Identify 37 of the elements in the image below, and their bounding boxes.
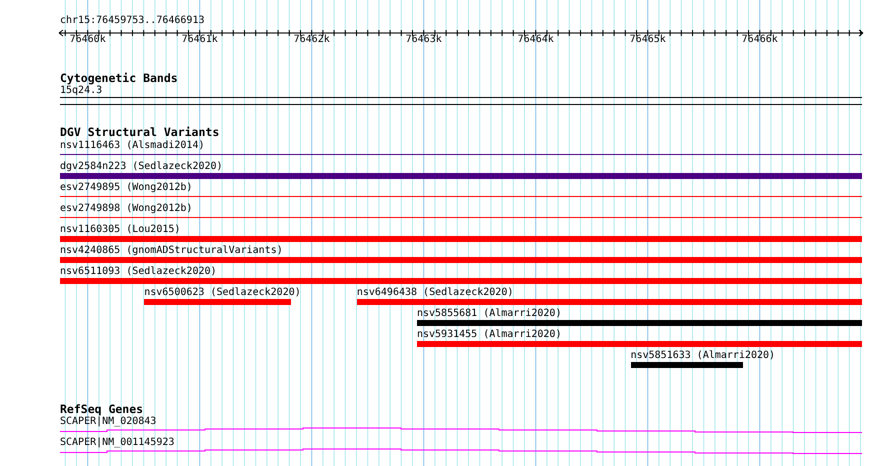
variant-label: nsv5851633 (Almarri2020) xyxy=(630,350,776,361)
track-title: Cytogenetic Bands xyxy=(60,72,178,84)
variant-label: nsv5855681 (Almarri2020) xyxy=(416,308,562,319)
variant-bar[interactable] xyxy=(356,299,862,305)
variant-bar[interactable] xyxy=(630,362,743,368)
variant-bar[interactable] xyxy=(60,173,862,179)
scale-label: 76464k xyxy=(518,34,554,46)
variant-label: nsv1116463 (Alsmadi2014) xyxy=(60,140,204,151)
variant-label: esv2749898 (Wong2012b) xyxy=(60,203,192,214)
variant-label: nsv5931455 (Almarri2020) xyxy=(416,329,562,340)
variant-bar[interactable] xyxy=(416,341,862,347)
gene-model-drawing[interactable] xyxy=(60,448,862,454)
gene-model-drawing[interactable] xyxy=(60,428,862,433)
band-label: 15q24.3 xyxy=(60,85,102,96)
variant-bar[interactable] xyxy=(60,236,862,242)
variant-bar[interactable] xyxy=(416,320,862,326)
scale-label: 76465k xyxy=(630,34,666,46)
variant-label: dgv2584n223 (Sedlazeck2020) xyxy=(60,161,223,172)
track-title: RefSeq Genes xyxy=(60,403,144,415)
variant-label: nsv6511093 (Sedlazeck2020) xyxy=(60,266,217,277)
variant-label: esv2749895 (Wong2012b) xyxy=(60,182,192,193)
variant-bar[interactable] xyxy=(144,299,291,305)
scale-label: 76466k xyxy=(742,34,778,46)
gene-label: SCAPER|NM_001145923 xyxy=(60,437,174,448)
variant-bar[interactable] xyxy=(60,278,862,284)
gene-label: SCAPER|NM_020843 xyxy=(60,416,156,427)
scale-label: 76461k xyxy=(182,34,218,46)
variant-label: nsv6500623 (Sedlazeck2020) xyxy=(144,287,301,298)
location-label: chr15:76459753..76466913 xyxy=(60,15,204,27)
variant-label: nsv1160305 (Lou2015) xyxy=(60,224,180,235)
variant-label: nsv6496438 (Sedlazeck2020) xyxy=(356,287,514,298)
scale-label: 76460k xyxy=(70,34,106,46)
variant-bar[interactable] xyxy=(60,257,862,263)
scale-label: 76463k xyxy=(406,34,442,46)
scale-label: 76462k xyxy=(294,34,330,46)
track-title: DGV Structural Variants xyxy=(60,126,220,138)
variant-label: nsv4240865 (gnomADStructuralVariants) xyxy=(60,245,283,256)
